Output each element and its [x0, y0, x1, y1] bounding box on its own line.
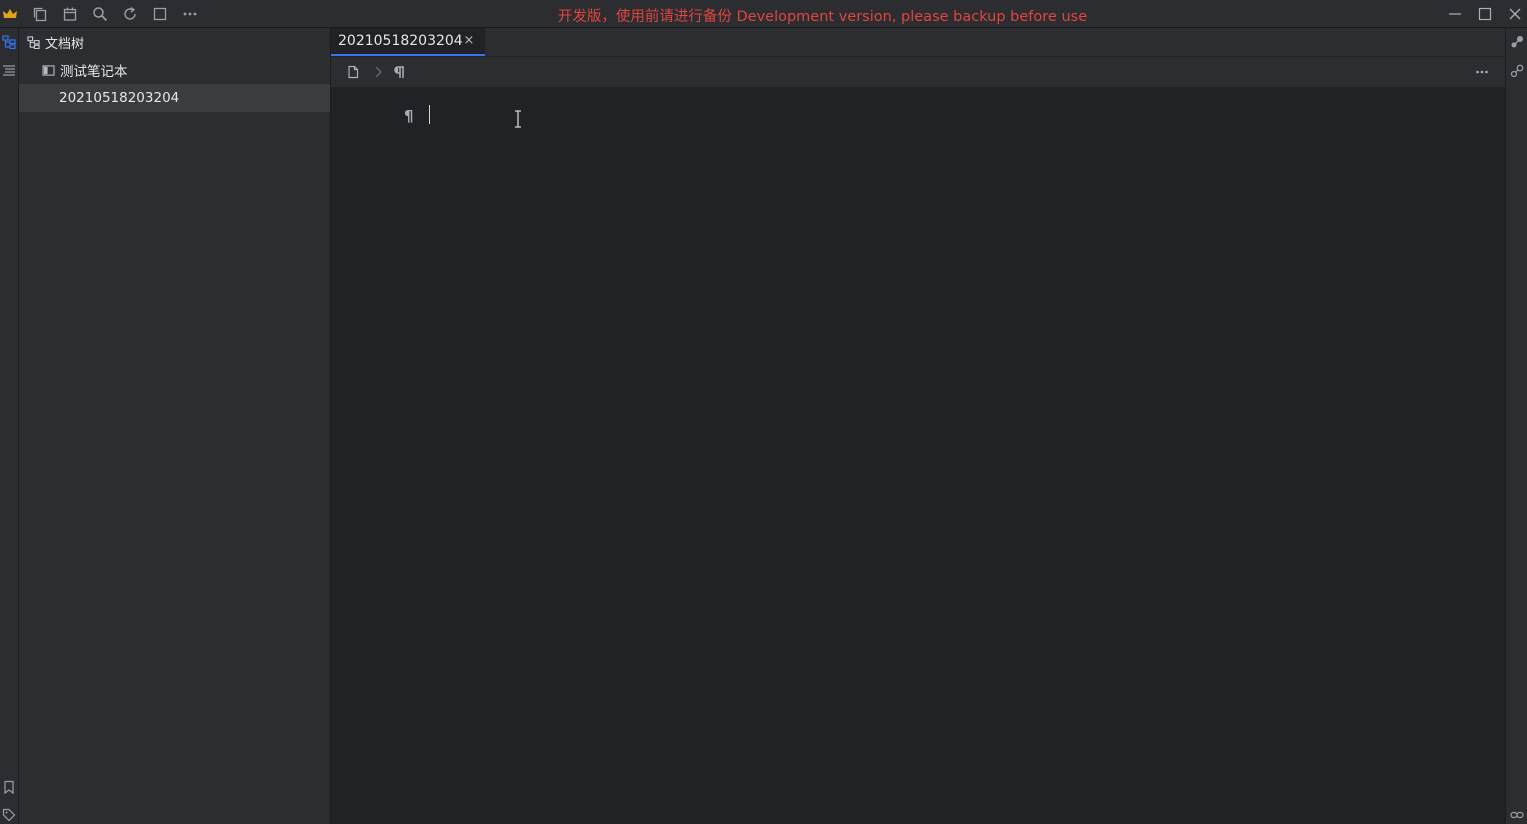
outline-icon[interactable]	[1, 62, 17, 78]
more-options-icon[interactable]	[1474, 64, 1490, 80]
text-caret	[429, 105, 430, 124]
breadcrumb	[331, 57, 1505, 87]
notebook-icon	[42, 64, 56, 76]
left-activity-bar	[0, 28, 19, 824]
chevron-right-icon	[370, 64, 386, 80]
file-tree-header-icon	[27, 35, 41, 49]
notebook-label: 测试笔记本	[60, 64, 128, 80]
dev-version-warning: 开发版，使用前请进行备份 Development version, please…	[557, 9, 1088, 25]
tab-label: 20210518203204	[338, 33, 463, 49]
tree-item-notebook[interactable]: 测试笔记本	[19, 56, 330, 84]
bookmark-icon[interactable]	[1, 779, 17, 795]
tag-icon[interactable]	[1, 807, 17, 823]
file-tree-icon[interactable]	[1, 34, 17, 50]
file-tree-panel: 文档树 测试笔记本 20210518203204	[19, 28, 331, 824]
paragraph-icon[interactable]	[391, 64, 407, 80]
tab-close-icon[interactable]: ×	[463, 34, 475, 48]
minimize-button[interactable]	[1445, 4, 1465, 24]
backlink-icon[interactable]	[1509, 807, 1525, 823]
global-graph-icon[interactable]	[1509, 63, 1525, 79]
document-icon[interactable]	[345, 64, 361, 80]
editor-area: 20210518203204 × ¶	[331, 28, 1505, 824]
tab-document[interactable]: 20210518203204 ×	[331, 28, 485, 56]
file-tree-title: 文档树	[45, 36, 85, 52]
close-window-button[interactable]	[1505, 4, 1525, 24]
maximize-button[interactable]	[1475, 4, 1495, 24]
tab-bar: 20210518203204 ×	[331, 28, 1505, 56]
right-dock	[1505, 28, 1527, 824]
document-label: 20210518203204	[59, 90, 180, 106]
block-paragraph-marker[interactable]: ¶	[404, 107, 418, 125]
graph-icon[interactable]	[1509, 34, 1525, 50]
ibeam-cursor-icon	[513, 110, 523, 128]
title-bar: 开发版，使用前请进行备份 Development version, please…	[0, 0, 1527, 28]
file-tree-header: 文档树	[19, 28, 331, 56]
tree-item-document[interactable]: 20210518203204	[19, 84, 330, 112]
